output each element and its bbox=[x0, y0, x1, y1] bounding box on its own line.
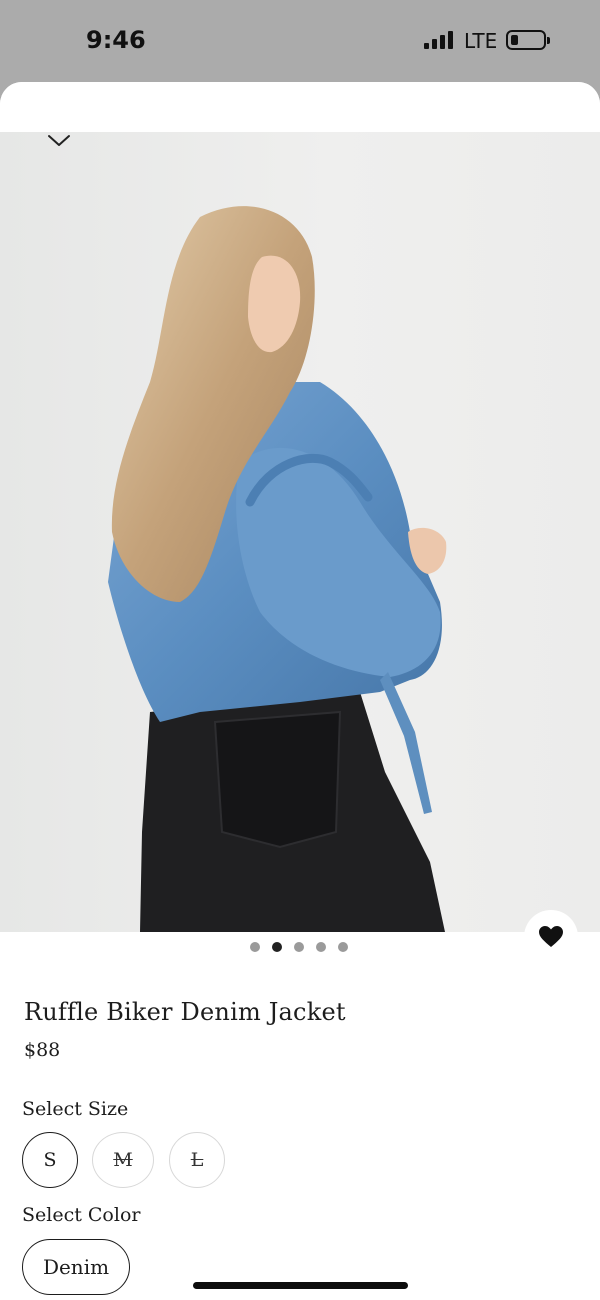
pagination-dot[interactable] bbox=[294, 942, 304, 952]
product-title: Ruffle Biker Denim Jacket bbox=[24, 998, 346, 1026]
gallery-pagination[interactable] bbox=[250, 942, 348, 952]
network-type: LTE bbox=[464, 29, 498, 53]
pagination-dot[interactable] bbox=[250, 942, 260, 952]
home-indicator bbox=[193, 1282, 408, 1289]
pagination-dot[interactable] bbox=[316, 942, 326, 952]
pagination-dot-active[interactable] bbox=[272, 942, 282, 952]
size-option-s[interactable]: S bbox=[22, 1132, 78, 1188]
battery-icon bbox=[506, 30, 546, 50]
size-option-m[interactable]: M bbox=[92, 1132, 154, 1188]
color-option-denim[interactable]: Denim bbox=[22, 1239, 130, 1295]
size-option-l[interactable]: L bbox=[169, 1132, 225, 1188]
product-sheet: Ruffle Biker Denim Jacket $88 Select Siz… bbox=[0, 82, 600, 1300]
signal-icon bbox=[424, 31, 454, 49]
chevron-down-icon[interactable] bbox=[46, 132, 72, 150]
product-image[interactable] bbox=[0, 132, 600, 932]
product-photo-illustration bbox=[108, 206, 447, 932]
size-option-label: L bbox=[190, 1149, 204, 1171]
size-option-label: M bbox=[113, 1149, 133, 1171]
battery-fill bbox=[511, 35, 518, 45]
battery-cap bbox=[547, 37, 550, 44]
product-price: $88 bbox=[24, 1039, 61, 1061]
size-selector-label: Select Size bbox=[22, 1098, 129, 1120]
favorite-button[interactable] bbox=[524, 910, 578, 964]
size-option-label: S bbox=[43, 1149, 57, 1171]
pagination-dot[interactable] bbox=[338, 942, 348, 952]
status-bar: 9:46 LTE bbox=[0, 0, 600, 82]
heart-icon bbox=[539, 926, 563, 947]
status-time: 9:46 bbox=[86, 26, 146, 54]
color-selector-label: Select Color bbox=[22, 1204, 141, 1226]
sheet-header bbox=[0, 82, 600, 132]
color-option-label: Denim bbox=[42, 1255, 110, 1279]
